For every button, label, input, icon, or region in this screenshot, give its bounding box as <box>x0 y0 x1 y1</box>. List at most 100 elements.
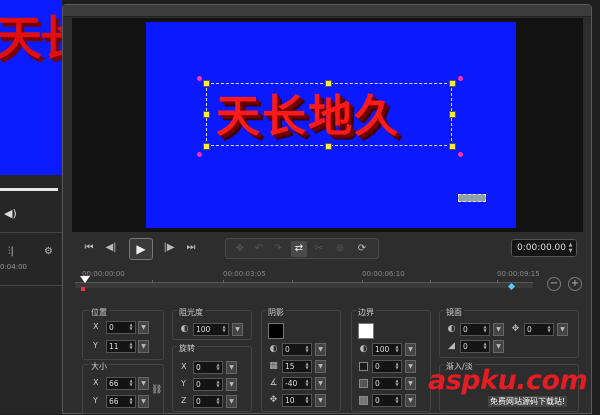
zoom-out-icon[interactable]: − <box>547 277 561 291</box>
rotation-x-input[interactable]: 0 ▲ ▼ <box>193 361 223 374</box>
rotate-left-icon[interactable]: ↶ <box>251 241 267 257</box>
shadow-distance-dropdown[interactable]: ▼ <box>315 394 326 407</box>
shadow-size-dropdown[interactable]: ▼ <box>315 360 326 373</box>
position-y-input[interactable]: 11 ▲ ▼ <box>106 340 136 353</box>
timecode-field[interactable]: 0:00:00.00 ▲ ▼ <box>511 239 577 257</box>
mirror-distance-dropdown[interactable]: ▼ <box>557 323 568 336</box>
spinner-arrows[interactable]: ▲ ▼ <box>128 397 134 406</box>
border-opacity-dropdown[interactable]: ▼ <box>405 343 416 356</box>
position-y-dropdown[interactable]: ▼ <box>138 340 149 353</box>
step-forward-icon[interactable]: |▶ <box>161 240 177 256</box>
resize-handle[interactable] <box>203 143 210 150</box>
border-value4-input[interactable]: 0 ▲ ▼ <box>372 394 402 407</box>
mirror-opacity-input[interactable]: 0 ▲ ▼ <box>460 323 490 336</box>
resize-handle[interactable] <box>325 80 332 87</box>
spinner-arrows[interactable]: ▲ ▼ <box>128 342 134 351</box>
add-icon[interactable]: ⊕ <box>332 241 348 257</box>
selection-box[interactable] <box>206 83 452 146</box>
resize-handle[interactable] <box>449 111 456 118</box>
spinner-arrows[interactable]: ▲ ▼ <box>304 362 310 371</box>
spinner-arrows[interactable]: ▲ ▼ <box>215 397 221 406</box>
spinner-arrows[interactable]: ▲ ▼ <box>394 379 400 388</box>
play-button[interactable]: ▶ <box>129 238 153 260</box>
background-progress-bar[interactable] <box>0 188 58 191</box>
spinner-arrows[interactable]: ▲ ▼ <box>482 342 488 351</box>
resize-handle[interactable] <box>449 80 456 87</box>
spinner-arrows[interactable]: ▲ ▼ <box>304 396 310 405</box>
border-checkbox[interactable] <box>359 396 368 405</box>
settings-icon[interactable]: ⚙ <box>44 246 58 258</box>
rotation-y-input[interactable]: 0 ▲ ▼ <box>193 378 223 391</box>
go-end-icon[interactable]: ⏭ <box>183 240 199 256</box>
timecode-spinner[interactable]: ▲ ▼ <box>567 242 574 254</box>
spinner-arrows[interactable]: ▲ ▼ <box>394 362 400 371</box>
spinner-arrows[interactable]: ▲ ▼ <box>128 379 134 388</box>
spinner-arrows[interactable]: ▲ ▼ <box>546 325 552 334</box>
mirror-gradient-input[interactable]: 0 ▲ ▼ <box>460 340 490 353</box>
resize-handle[interactable] <box>203 80 210 87</box>
rotate-right-icon[interactable]: ↷ <box>270 241 286 257</box>
shadow-distance-input[interactable]: 10 ▲ ▼ <box>282 394 312 407</box>
spinner-arrows[interactable]: ▲ ▼ <box>215 380 221 389</box>
border-color-swatch[interactable] <box>358 323 374 339</box>
border-width-input[interactable]: 0 ▲ ▼ <box>372 360 402 373</box>
spinner-arrows[interactable]: ▲ ▼ <box>215 363 221 372</box>
spinner-arrows[interactable]: ▲ ▼ <box>482 325 488 334</box>
border-value4-dropdown[interactable]: ▼ <box>405 394 416 407</box>
spinner-arrows[interactable]: ▲ ▼ <box>394 345 400 354</box>
opacity-dropdown[interactable]: ▼ <box>232 323 243 336</box>
spinner-arrows[interactable]: ▲ ▼ <box>304 345 310 354</box>
shadow-angle-input[interactable]: -40 ▲ ▼ <box>282 377 312 390</box>
rotation-z-input[interactable]: 0 ▲ ▼ <box>193 395 223 408</box>
border-value3-dropdown[interactable]: ▼ <box>405 377 416 390</box>
crop-icon[interactable]: ✂ <box>311 241 327 257</box>
timeline-ruler[interactable]: 00:00:00:00 00:00:03:05 00:00:06:10 00:0… <box>72 267 540 291</box>
rotate-handle[interactable] <box>197 76 202 81</box>
border-opacity-input[interactable]: 100 ▲ ▼ <box>372 343 402 356</box>
step-back-icon[interactable]: ◀| <box>103 240 119 256</box>
size-y-input[interactable]: 66 ▲ ▼ <box>106 395 136 408</box>
audio-track-icon[interactable]: ⫶| <box>8 246 22 258</box>
opacity-input[interactable]: 100 ▲ ▼ <box>193 323 229 336</box>
zoom-in-icon[interactable]: + <box>568 277 582 291</box>
position-x-input[interactable]: 0 ▲ ▼ <box>106 321 136 334</box>
shadow-opacity-input[interactable]: 0 ▲ ▼ <box>282 343 312 356</box>
border-width-dropdown[interactable]: ▼ <box>405 360 416 373</box>
rotation-z-dropdown[interactable]: ▼ <box>226 395 237 408</box>
preview-canvas[interactable]: 天长地久 <box>146 22 516 228</box>
position-x-dropdown[interactable]: ▼ <box>138 321 149 334</box>
timeline-track[interactable] <box>75 282 533 288</box>
resize-handle[interactable] <box>325 143 332 150</box>
mirror-gradient-dropdown[interactable]: ▼ <box>493 340 504 353</box>
size-x-dropdown[interactable]: ▼ <box>138 377 149 390</box>
border-checkbox[interactable] <box>359 379 368 388</box>
mirror-distance-input[interactable]: 0 ▲ ▼ <box>524 323 554 336</box>
link-icon[interactable]: ⛓ <box>151 385 162 396</box>
spinner-arrows[interactable]: ▲ ▼ <box>128 323 134 332</box>
spinner-arrows[interactable]: ▲ ▼ <box>394 396 400 405</box>
mirror-opacity-dropdown[interactable]: ▼ <box>493 323 504 336</box>
rotation-x-dropdown[interactable]: ▼ <box>226 361 237 374</box>
go-start-icon[interactable]: ⏮ <box>81 240 97 256</box>
safe-area-marker[interactable] <box>458 194 486 202</box>
rotate-handle[interactable] <box>197 152 202 157</box>
spinner-arrows[interactable]: ▲ ▼ <box>304 379 310 388</box>
shadow-color-swatch[interactable] <box>268 323 284 339</box>
rotate-handle[interactable] <box>458 152 463 157</box>
size-y-dropdown[interactable]: ▼ <box>138 395 149 408</box>
shadow-size-input[interactable]: 15 ▲ ▼ <box>282 360 312 373</box>
border-value3-input[interactable]: 0 ▲ ▼ <box>372 377 402 390</box>
resize-handle[interactable] <box>449 143 456 150</box>
shadow-opacity-dropdown[interactable]: ▼ <box>315 343 326 356</box>
volume-icon[interactable]: ◀) <box>4 207 22 221</box>
resize-handle[interactable] <box>203 111 210 118</box>
rotation-y-dropdown[interactable]: ▼ <box>226 378 237 391</box>
swap-icon[interactable]: ⇄ <box>291 241 307 257</box>
playhead[interactable] <box>80 276 90 283</box>
border-checkbox[interactable] <box>359 362 368 371</box>
spinner-arrows[interactable]: ▲ ▼ <box>221 325 227 334</box>
size-x-input[interactable]: 66 ▲ ▼ <box>106 377 136 390</box>
rotate-handle[interactable] <box>458 76 463 81</box>
refresh-icon[interactable]: ⟳ <box>354 241 370 257</box>
shadow-angle-dropdown[interactable]: ▼ <box>315 377 326 390</box>
